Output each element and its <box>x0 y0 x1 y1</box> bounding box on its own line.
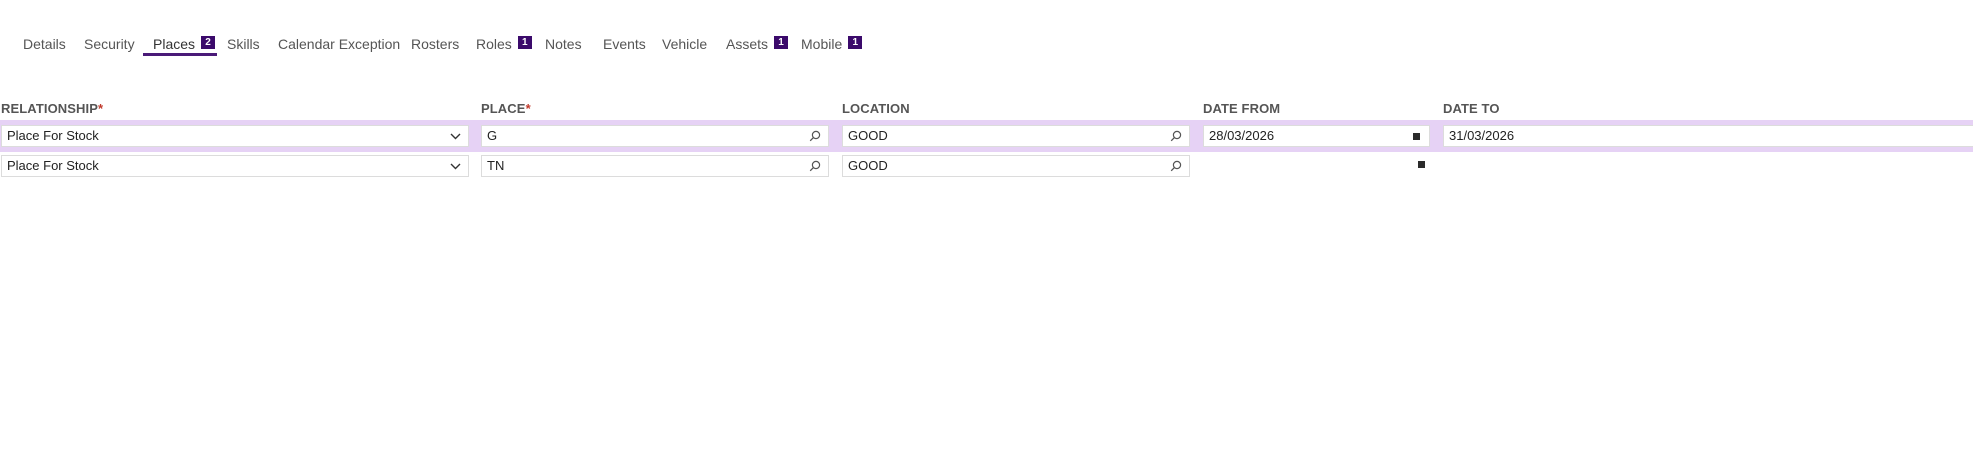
tab-skills[interactable]: Skills <box>227 36 260 52</box>
tab-security[interactable]: Security <box>84 36 135 52</box>
date-from-value: 28/03/2026 <box>1209 128 1275 143</box>
column-header-place: PLACE* <box>481 101 531 116</box>
chevron-down-icon[interactable] <box>448 126 462 146</box>
relationship-select[interactable]: Place For Stock <box>1 125 469 147</box>
relationship-value: Place For Stock <box>7 128 99 143</box>
tab-label: Notes <box>545 36 582 52</box>
date-to-field[interactable]: 31/03/2026 <box>1443 125 1973 147</box>
tab-places[interactable]: Places 2 <box>153 36 216 52</box>
location-value: GOOD <box>848 158 888 173</box>
tab-label: Events <box>603 36 646 52</box>
tab-mobile[interactable]: Mobile 1 <box>801 36 863 52</box>
count-badge: 2 <box>201 36 216 49</box>
location-value: GOOD <box>848 128 888 143</box>
tab-calendar-exception[interactable]: Calendar Exception <box>278 36 400 52</box>
place-value: G <box>487 128 498 143</box>
calendar-icon[interactable] <box>1418 161 1425 168</box>
date-to-value: 31/03/2026 <box>1449 128 1515 143</box>
relationship-value: Place For Stock <box>7 158 99 173</box>
tab-vehicle[interactable]: Vehicle <box>662 36 707 52</box>
search-icon[interactable] <box>808 156 822 176</box>
count-badge: 1 <box>848 36 863 49</box>
required-marker: * <box>525 101 531 116</box>
active-tab-indicator <box>143 53 217 56</box>
place-lookup-field[interactable]: G <box>481 125 829 147</box>
place-lookup-field[interactable]: TN <box>481 155 829 177</box>
relationship-select[interactable]: Place For Stock <box>1 155 469 177</box>
location-lookup-field[interactable]: GOOD <box>842 155 1190 177</box>
required-marker: * <box>98 101 104 116</box>
column-header-location: LOCATION <box>842 101 910 116</box>
column-header-date-to: DATE TO <box>1443 101 1500 116</box>
tab-label: Assets <box>726 36 769 52</box>
tab-label: Vehicle <box>662 36 708 52</box>
tab-notes[interactable]: Notes <box>545 36 582 52</box>
calendar-icon[interactable] <box>1409 126 1423 146</box>
tab-label: Rosters <box>411 36 460 52</box>
count-badge: 1 <box>517 36 532 49</box>
tab-label: Security <box>84 36 135 52</box>
tab-events[interactable]: Events <box>603 36 646 52</box>
count-badge: 1 <box>774 36 789 49</box>
chevron-down-icon[interactable] <box>448 156 462 176</box>
tab-details[interactable]: Details <box>23 36 66 52</box>
tab-rosters[interactable]: Rosters <box>411 36 459 52</box>
tab-label: Calendar Exception <box>278 36 401 52</box>
search-icon[interactable] <box>808 126 822 146</box>
location-lookup-field[interactable]: GOOD <box>842 125 1190 147</box>
search-icon[interactable] <box>1169 156 1183 176</box>
tab-label: Mobile <box>801 36 843 52</box>
search-icon[interactable] <box>1169 126 1183 146</box>
column-header-relationship: RELATIONSHIP* <box>1 101 104 116</box>
tab-bar: Details Security Places 2 Skills Calendar… <box>0 30 1973 60</box>
place-value: TN <box>487 158 505 173</box>
column-header-date-from: DATE FROM <box>1203 101 1281 116</box>
tab-label: Roles <box>476 36 512 52</box>
date-from-field[interactable]: 28/03/2026 <box>1203 125 1430 147</box>
tab-assets[interactable]: Assets 1 <box>726 36 789 52</box>
tab-label: Places <box>153 36 196 52</box>
tab-label: Details <box>23 36 66 52</box>
tab-label: Skills <box>227 36 260 52</box>
tab-roles[interactable]: Roles 1 <box>476 36 532 52</box>
